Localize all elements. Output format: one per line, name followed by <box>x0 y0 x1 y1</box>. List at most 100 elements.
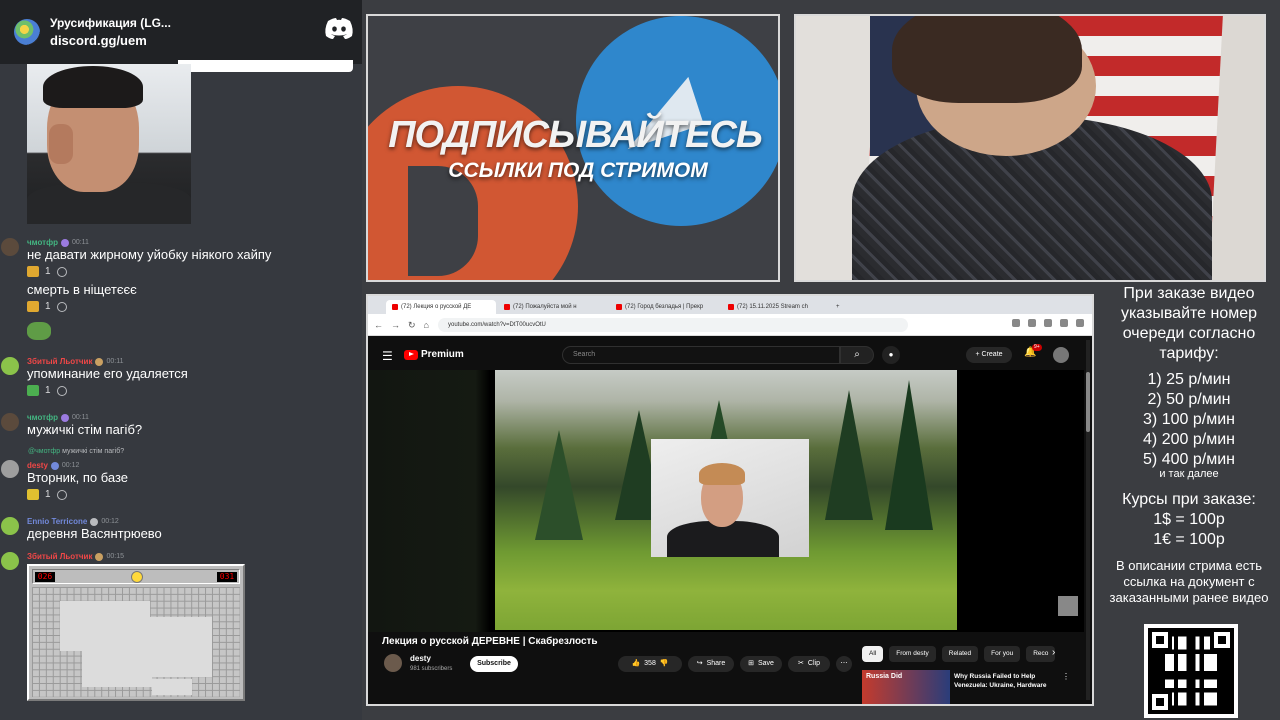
username: чмотфр <box>27 238 58 247</box>
timestamp: 00:11 <box>71 239 89 246</box>
add-reaction-icon[interactable] <box>56 489 67 500</box>
like-button[interactable]: 👍 358 👎 <box>618 656 682 672</box>
reaction[interactable]: 1 <box>27 265 67 278</box>
username: Ennio Terricone <box>27 517 88 526</box>
reply-text: мужичкі стім пагіб? <box>62 448 125 455</box>
nitro-badge-icon <box>60 238 69 247</box>
reaction[interactable]: 1 <box>27 384 67 397</box>
more-actions-button[interactable]: ⋯ <box>836 656 852 672</box>
badge-icon <box>50 461 59 470</box>
channel-name[interactable]: desty <box>410 654 431 663</box>
channel-avatar[interactable] <box>384 654 402 672</box>
search-button[interactable]: ⌕ <box>840 346 874 364</box>
chevron-right-icon[interactable]: › <box>1052 647 1055 658</box>
kebab-menu-icon[interactable]: ⋮ <box>1062 672 1070 681</box>
timestamp: 00:15 <box>106 553 124 560</box>
username: desty <box>27 461 48 470</box>
reply-preview[interactable]: @чмотфр мужичкі стім пагіб? <box>28 448 124 455</box>
courses-header: Курсы при заказе: <box>1122 491 1256 508</box>
reload-icon[interactable]: ↻ <box>408 320 416 331</box>
chip-from-channel[interactable]: From desty <box>889 646 936 662</box>
profile-icon[interactable] <box>1076 319 1084 327</box>
mine-counter: 026 <box>35 572 55 582</box>
add-reaction-icon[interactable] <box>56 266 67 277</box>
extension-icon[interactable] <box>1028 319 1036 327</box>
reaction[interactable]: 1 <box>27 488 67 501</box>
smiley-face-icon <box>131 571 143 583</box>
add-reaction-icon[interactable] <box>56 301 67 312</box>
exchange-rate: 1$ = 100р <box>1153 511 1225 528</box>
extension-icons <box>1012 319 1084 327</box>
create-button[interactable]: + Create <box>966 347 1012 363</box>
back-icon[interactable]: ← <box>374 320 383 331</box>
tab-title: (72) Пожалуйста мой н <box>513 304 577 310</box>
emoji-icon <box>27 489 39 500</box>
server-name: Урусификация (LG... <box>50 16 171 30</box>
browser-tab[interactable]: (72) 15.11.2025 Stream ch <box>722 300 832 314</box>
thumbs-up-icon: 👍 <box>631 660 641 667</box>
youtube-favicon-icon <box>392 304 398 310</box>
microphone-icon[interactable]: ● <box>882 346 900 364</box>
url-input[interactable]: youtube.com/watch?v=DtT00ucvOtU <box>438 318 908 332</box>
tab-title: (72) Лекция о русской ДЕ <box>401 304 472 310</box>
badge-icon <box>90 517 99 526</box>
extension-icon[interactable] <box>1060 319 1068 327</box>
timestamp: 00:12 <box>61 462 80 469</box>
save-label: Save <box>757 660 774 667</box>
clip-button[interactable]: ✂ Clip <box>788 656 830 672</box>
avatar <box>1 413 19 431</box>
thumbs-down-icon[interactable]: 👎 <box>660 656 669 672</box>
youtube-header: ☰ Premium Search ⌕ ● + Create 🔔 9+ <box>368 337 1092 373</box>
message-text: мужичкі стім пагіб? <box>27 422 143 437</box>
scissors-icon: ✂ <box>798 660 804 667</box>
youtube-logo[interactable]: Premium <box>404 349 464 360</box>
recommended-title[interactable]: Why Russia Failed to Help Venezuela: Ukr… <box>954 672 1064 690</box>
exchange-rate: 1€ = 100р <box>1153 531 1225 548</box>
reaction-count: 1 <box>45 266 51 277</box>
account-avatar[interactable] <box>1053 347 1069 363</box>
reaction-count: 1 <box>45 489 51 500</box>
clip-label: Clip <box>807 660 820 667</box>
pepe-sticker-icon <box>27 322 51 340</box>
subscribe-button[interactable]: Subscribe <box>470 656 518 672</box>
server-invite-link[interactable]: discord.gg/uem <box>50 32 171 49</box>
avatar <box>1 517 19 535</box>
minesweeper-image: 026 031 <box>27 564 245 701</box>
recommended-thumbnail[interactable]: Russia Did <box>862 670 950 704</box>
server-bar: Урусификация (LG... discord.gg/uem <box>0 0 362 64</box>
add-reaction-icon[interactable] <box>56 385 67 396</box>
chip-for-you[interactable]: For you <box>984 646 1021 662</box>
extension-icon[interactable] <box>1012 319 1020 327</box>
share-label: Share <box>706 660 726 667</box>
search-input[interactable]: Search <box>562 346 840 364</box>
reply-username: @чмотфр <box>28 448 61 455</box>
new-tab-button[interactable]: + <box>834 300 848 314</box>
forward-icon[interactable]: → <box>391 320 400 331</box>
browser-tab[interactable]: (72) Пожалуйста мой н <box>498 300 608 314</box>
badge-icon <box>95 357 104 366</box>
tab-title: (72) Город безладья | Прекр <box>625 304 704 310</box>
price-tier: 2) 50 р/мин <box>1147 391 1231 408</box>
nitro-badge-icon <box>60 413 69 422</box>
home-icon[interactable]: ⌂ <box>424 320 429 331</box>
video-title: Лекция о русской ДЕРЕВНЕ | Скабрезлость <box>382 636 598 647</box>
recommendation-chips: All From desty Related For you Reco <box>862 646 1056 662</box>
share-button[interactable]: ↪ Share <box>688 656 734 672</box>
message-text: деревня Васянтрюево <box>27 526 162 541</box>
menu-icon[interactable]: ☰ <box>382 349 393 363</box>
reaction-count: 1 <box>45 301 51 312</box>
channel-watermark[interactable] <box>1058 596 1078 616</box>
chip-recently[interactable]: Reco <box>1026 646 1056 662</box>
overlay-strip <box>178 60 353 72</box>
message-text: Вторник, по базе <box>27 470 129 485</box>
reaction[interactable]: 1 <box>27 300 67 313</box>
username: Збитый Льотчик <box>27 357 93 366</box>
browser-tab[interactable]: (72) Город безладья | Прекр <box>610 300 720 314</box>
message-text: упоминание его удаляется <box>27 366 188 381</box>
chip-related[interactable]: Related <box>941 646 979 662</box>
browser-tab[interactable]: (72) Лекция о русской ДЕ <box>386 300 496 314</box>
scrollbar-thumb[interactable] <box>1086 372 1090 432</box>
save-button[interactable]: ⊞ Save <box>740 656 782 672</box>
chip-all[interactable]: All <box>862 646 884 662</box>
extension-icon[interactable] <box>1044 319 1052 327</box>
